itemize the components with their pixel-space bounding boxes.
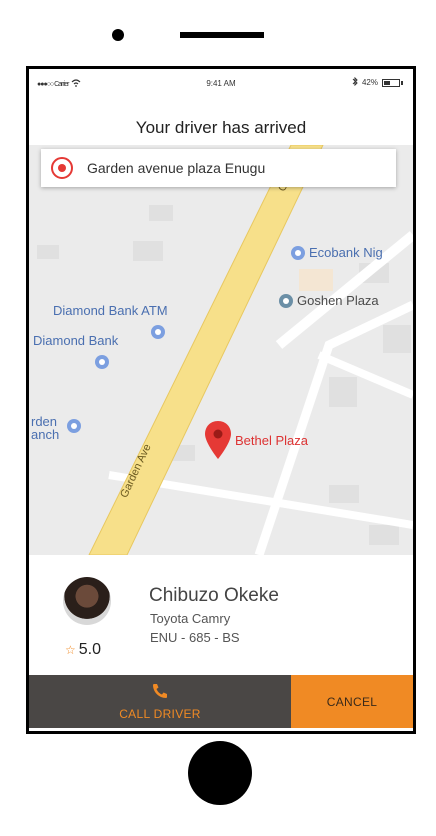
battery-tip: [401, 80, 403, 85]
cancel-label: CANCEL: [326, 694, 378, 709]
poi-garden-branch[interactable]: rden anch: [31, 415, 59, 441]
cancel-button[interactable]: CANCEL: [291, 675, 413, 728]
phone-screen: ●●●○○ Carrier 9:41 AM 42% Your driver ha…: [26, 66, 416, 734]
poi-garden-branch-pin[interactable]: [67, 419, 81, 433]
car-model: Toyota Camry: [150, 611, 231, 626]
poi-pin-icon: [67, 419, 81, 433]
poi-pin-icon: [279, 293, 293, 308]
battery-icon: [382, 78, 400, 87]
status-right: 42%: [352, 76, 403, 88]
battery-percent: 42%: [361, 78, 378, 87]
search-bar[interactable]: Garden avenue plaza Enugu: [41, 149, 396, 187]
red-map-pin-icon[interactable]: [205, 421, 231, 464]
poi-diamond-bank-pin[interactable]: [95, 355, 109, 369]
map-roads: [88, 145, 413, 555]
camera-dot: [112, 29, 124, 41]
status-bar: ●●●○○ Carrier 9:41 AM 42%: [29, 69, 413, 99]
home-button[interactable]: [188, 741, 252, 805]
plate-number: ENU - 685 - BS: [150, 630, 240, 645]
poi-diamond-atm[interactable]: Diamond Bank ATM: [53, 303, 168, 318]
search-input[interactable]: Garden avenue plaza Enugu: [87, 160, 265, 176]
bluetooth-icon: [352, 76, 358, 88]
phone-icon: [151, 682, 169, 703]
destination-label: Bethel Plaza: [235, 433, 308, 448]
battery-fill: [384, 80, 390, 85]
call-driver-label: CALL DRIVER: [119, 707, 201, 721]
call-driver-button[interactable]: CALL DRIVER: [29, 675, 291, 728]
poi-pin-icon: [291, 245, 305, 260]
poi-diamond-bank-label: Diamond Bank: [33, 333, 119, 348]
avatar: [63, 577, 111, 625]
poi-garden-branch-line2: anch: [31, 427, 60, 442]
poi-diamond-atm-label: Diamond Bank ATM: [53, 303, 168, 318]
driver-name: Chibuzo Okeke: [149, 585, 279, 606]
driver-rating: ☆ 5.0: [65, 641, 101, 659]
poi-diamond-bank[interactable]: Diamond Bank: [33, 333, 118, 348]
poi-goshen-plaza[interactable]: Goshen Plaza: [279, 293, 379, 308]
speaker-bar: [180, 32, 264, 38]
poi-goshen-label: Goshen Plaza: [297, 293, 379, 308]
rating-value: 5.0: [78, 641, 102, 658]
poi-diamond-atm-pin[interactable]: [151, 325, 165, 339]
map-view[interactable]: Garden Ave G Ecobank Nig Goshen Plaza Di…: [29, 145, 413, 555]
poi-pin-icon: [151, 325, 165, 339]
page-title: Your driver has arrived: [135, 118, 307, 137]
poi-ecobank-label: Ecobank Nig: [309, 245, 383, 260]
star-icon: ☆: [65, 643, 76, 657]
poi-ecobank[interactable]: Ecobank Nig: [291, 245, 383, 260]
driver-panel: ☆ 5.0 Chibuzo Okeke Toyota Camry ENU - 6…: [29, 555, 413, 675]
location-target-icon: [51, 157, 73, 179]
poi-pin-icon: [95, 355, 109, 369]
